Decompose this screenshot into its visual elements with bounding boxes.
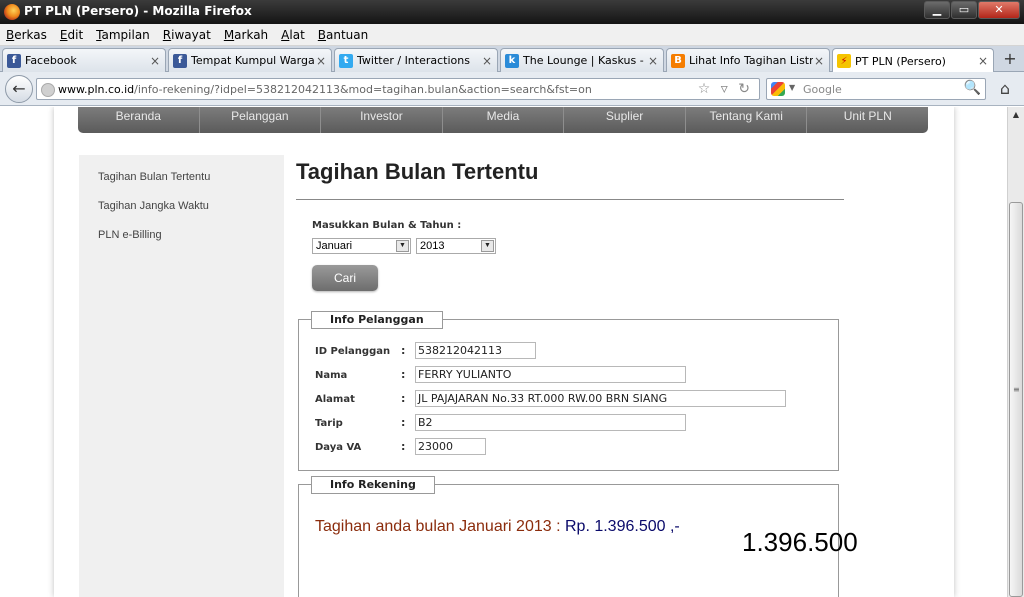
nav-suplier[interactable]: Suplier — [564, 107, 686, 133]
chevron-down-icon[interactable]: ▼ — [396, 240, 409, 252]
page-viewport: Beranda Pelanggan Investor Media Suplier… — [0, 107, 1007, 597]
nav-tentang-kami[interactable]: Tentang Kami — [686, 107, 808, 133]
colon: : — [401, 368, 406, 381]
colon: : — [401, 440, 406, 453]
url-bar[interactable]: www.pln.co.id/info-rekening/?idpel=53821… — [36, 78, 760, 100]
tab-facebook[interactable]: f Facebook × — [2, 48, 166, 72]
nav-unit-pln[interactable]: Unit PLN — [807, 107, 928, 133]
nav-pelanggan[interactable]: Pelanggan — [200, 107, 322, 133]
daya-va-label: Daya VA — [315, 442, 362, 453]
back-button[interactable]: ← — [5, 75, 33, 103]
menu-edit[interactable]: Edit — [60, 28, 83, 42]
tab-close-icon[interactable]: × — [647, 54, 659, 68]
year-select[interactable]: 2013 ▼ — [416, 238, 496, 254]
firefox-logo-icon — [4, 4, 20, 20]
tarip-label: Tarip — [315, 418, 343, 429]
url-text[interactable]: www.pln.co.id/info-rekening/?idpel=53821… — [58, 83, 592, 96]
nav-investor[interactable]: Investor — [321, 107, 443, 133]
sidebar: Tagihan Bulan Tertentu Tagihan Jangka Wa… — [79, 155, 284, 597]
site-navigation: Beranda Pelanggan Investor Media Suplier… — [78, 107, 928, 133]
close-window-button[interactable]: ✕ — [978, 1, 1020, 19]
grip-icon: ≡ — [1013, 385, 1020, 394]
nama-label: Nama — [315, 370, 348, 381]
tab-lihat-info[interactable]: B Lihat Info Tagihan Listri... × — [666, 48, 830, 72]
tab-close-icon[interactable]: × — [315, 54, 327, 68]
page-container: Beranda Pelanggan Investor Media Suplier… — [54, 107, 954, 597]
info-pelanggan-box: Info Pelanggan ID Pelanggan : 5382120421… — [298, 311, 839, 471]
tab-close-icon[interactable]: × — [481, 54, 493, 68]
page-title: Tagihan Bulan Tertentu — [296, 159, 539, 184]
nav-media[interactable]: Media — [443, 107, 565, 133]
menu-bantuan[interactable]: Bantuan — [318, 28, 368, 42]
nav-beranda[interactable]: Beranda — [78, 107, 200, 133]
id-pelanggan-label: ID Pelanggan — [315, 346, 391, 357]
window-title: PT PLN (Persero) - Mozilla Firefox — [24, 4, 252, 18]
navigation-bar: ← www.pln.co.id/info-rekening/?idpel=538… — [0, 72, 1024, 106]
colon: : — [401, 392, 406, 405]
nama-field[interactable]: FERRY YULIANTO — [415, 366, 686, 383]
colon: : — [401, 416, 406, 429]
tab-close-icon[interactable]: × — [149, 54, 161, 68]
minimize-button[interactable]: ▁ — [924, 1, 950, 19]
search-bar[interactable]: ▼ Google 🔍 — [766, 78, 986, 100]
scroll-thumb[interactable]: ≡ — [1009, 202, 1023, 597]
twitter-icon: t — [339, 53, 353, 68]
blogger-icon: B — [671, 53, 685, 68]
vertical-scrollbar[interactable]: ▲ ≡ — [1007, 107, 1024, 597]
sidebar-item-e-billing[interactable]: PLN e-Billing — [98, 229, 162, 241]
menu-riwayat[interactable]: Riwayat — [163, 28, 211, 42]
tab-close-icon[interactable]: × — [813, 54, 825, 68]
menu-berkas[interactable]: Berkas — [6, 28, 47, 42]
menu-bar: Berkas Edit Tampilan Riwayat Markah Alat… — [0, 24, 1024, 46]
overlay-amount-annotation: 1.396.500 — [742, 527, 858, 557]
new-tab-button[interactable]: + — [998, 49, 1022, 71]
home-button[interactable]: ⌂ — [994, 79, 1016, 99]
chevron-down-icon[interactable]: ▼ — [481, 240, 494, 252]
tab-kaskus[interactable]: k The Lounge | Kaskus - ... × — [500, 48, 664, 72]
tab-bar: f Facebook × f Tempat Kumpul Warga ... ×… — [0, 46, 1024, 73]
id-pelanggan-field[interactable]: 538212042113 — [415, 342, 536, 359]
site-identity-icon[interactable] — [41, 83, 55, 97]
kaskus-icon: k — [505, 53, 519, 68]
month-select[interactable]: Januari ▼ — [312, 238, 411, 254]
tab-close-icon[interactable]: × — [977, 54, 989, 68]
tab-tempat-kumpul[interactable]: f Tempat Kumpul Warga ... × — [168, 48, 332, 72]
alamat-label: Alamat — [315, 394, 355, 405]
info-pelanggan-legend: Info Pelanggan — [311, 311, 443, 329]
sidebar-item-tagihan-jangka[interactable]: Tagihan Jangka Waktu — [98, 200, 209, 212]
facebook-icon: f — [7, 53, 21, 68]
tab-pt-pln[interactable]: ⚡ PT PLN (Persero) × — [832, 48, 994, 73]
scroll-up-icon[interactable]: ▲ — [1008, 107, 1024, 123]
menu-tampilan[interactable]: Tampilan — [96, 28, 150, 42]
search-button[interactable]: Cari — [312, 265, 378, 291]
maximize-button[interactable]: ▭ — [951, 1, 977, 19]
daya-va-field[interactable]: 23000 — [415, 438, 486, 455]
menu-alat[interactable]: Alat — [281, 28, 305, 42]
search-input[interactable]: Google — [803, 83, 842, 96]
sidebar-item-tagihan-bulan[interactable]: Tagihan Bulan Tertentu — [98, 171, 210, 183]
chevron-down-icon[interactable]: ▼ — [789, 83, 795, 92]
tarip-field[interactable]: B2 — [415, 414, 686, 431]
colon: : — [401, 344, 406, 357]
month-year-label: Masukkan Bulan & Tahun : — [312, 220, 462, 231]
facebook-icon: f — [173, 53, 187, 68]
window-title-bar: PT PLN (Persero) - Mozilla Firefox ▁ ▭ ✕ — [0, 0, 1024, 24]
tagihan-text: Tagihan anda bulan Januari 2013 : Rp. 1.… — [315, 518, 680, 535]
bookmark-reload-icons[interactable]: ☆ ▿ ↻ — [698, 81, 753, 97]
search-icon[interactable]: 🔍 — [964, 80, 981, 96]
info-rekening-legend: Info Rekening — [311, 476, 435, 494]
menu-markah[interactable]: Markah — [224, 28, 268, 42]
tagihan-amount: Rp. 1.396.500 ,- — [564, 518, 680, 535]
google-icon[interactable] — [771, 82, 785, 96]
pln-icon: ⚡ — [837, 54, 851, 68]
tab-twitter[interactable]: t Twitter / Interactions × — [334, 48, 498, 72]
alamat-field[interactable]: JL PAJAJARAN No.33 RT.000 RW.00 BRN SIAN… — [415, 390, 786, 407]
title-divider — [296, 199, 844, 200]
